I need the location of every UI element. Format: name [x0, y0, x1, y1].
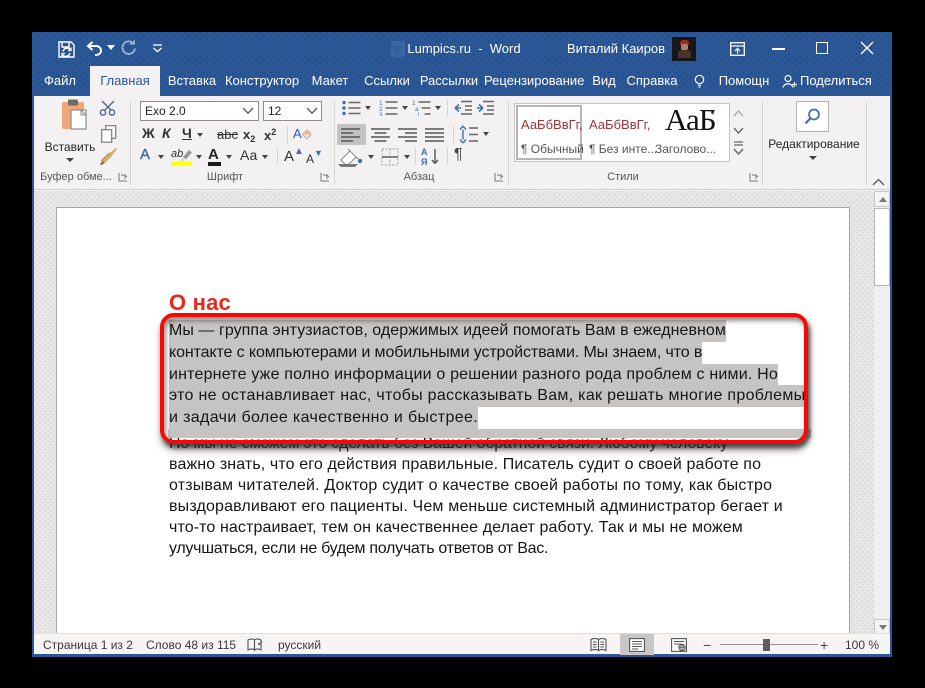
svg-text:ab: ab [171, 148, 183, 160]
svg-text:3: 3 [379, 112, 383, 116]
svg-text:A: A [293, 126, 302, 141]
svg-text:Я: Я [421, 157, 427, 166]
svg-text:i: i [418, 112, 419, 116]
svg-text:А: А [421, 147, 428, 157]
